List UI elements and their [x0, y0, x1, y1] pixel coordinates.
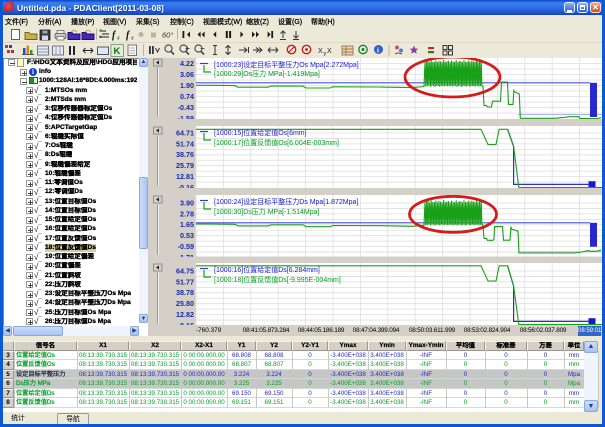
svg-text:25.80: 25.80	[176, 299, 194, 308]
svg-text:60°: 60°	[162, 31, 173, 40]
svg-text:X: X	[318, 48, 323, 55]
svg-text:64.75: 64.75	[176, 266, 194, 275]
svg-text:-1.71: -1.71	[178, 253, 194, 257]
svg-text:0.53: 0.53	[180, 231, 194, 240]
svg-text:12.82: 12.82	[176, 310, 194, 319]
svg-text:-0.43: -0.43	[178, 103, 194, 112]
svg-text:i: i	[377, 47, 379, 55]
svg-text:-0.59: -0.59	[178, 242, 194, 251]
svg-text:x: x	[116, 36, 120, 42]
svg-text:51.74: 51.74	[176, 139, 194, 148]
svg-text:0.74: 0.74	[180, 92, 194, 101]
svg-text:2.78: 2.78	[180, 209, 194, 218]
svg-text:1.65: 1.65	[180, 220, 194, 229]
svg-text:-0.16: -0.16	[178, 183, 194, 188]
svg-text:12.81: 12.81	[176, 172, 194, 181]
svg-text:X: X	[327, 48, 332, 55]
svg-text:3.06: 3.06	[180, 70, 194, 79]
svg-text:x: x	[130, 36, 134, 42]
svg-text:25.79: 25.79	[176, 161, 194, 170]
svg-text:3.90: 3.90	[180, 198, 194, 207]
svg-text:51.77: 51.77	[176, 277, 194, 286]
svg-text:38.78: 38.78	[176, 288, 194, 297]
svg-text:K: K	[114, 46, 121, 57]
svg-text:64.71: 64.71	[176, 128, 194, 137]
svg-text:4.22: 4.22	[180, 59, 194, 68]
svg-text:1.90: 1.90	[180, 81, 194, 90]
svg-text:38.76: 38.76	[176, 150, 194, 159]
svg-text:-1.59: -1.59	[178, 114, 194, 119]
